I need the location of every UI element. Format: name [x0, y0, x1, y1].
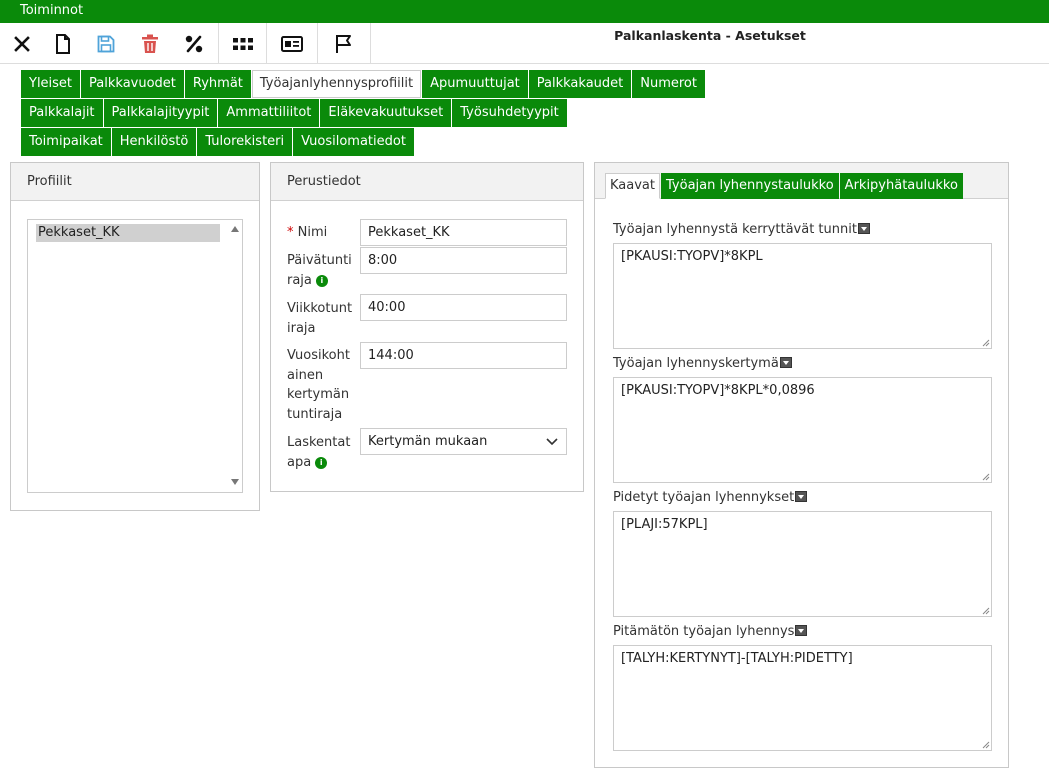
delete-button[interactable]: [136, 23, 164, 64]
tab-tulorekisteri[interactable]: Tulorekisteri: [197, 128, 293, 156]
resize-grip-icon[interactable]: [981, 606, 990, 615]
save-button[interactable]: [92, 23, 120, 64]
formulas-tabs: Kaavat Työajan lyhennystaulukko Arkipyhä…: [605, 173, 964, 199]
formula-label: Pitämätön työajan lyhennys: [613, 624, 808, 639]
apps-grid-icon: [232, 37, 253, 50]
settings-tabs-row-3: Toimipaikat Henkilöstö Tulorekisteri Vuo…: [21, 128, 415, 156]
apps-button[interactable]: [220, 23, 265, 64]
menu-toiminnot[interactable]: Toiminnot: [20, 3, 83, 18]
tab-ryhmat[interactable]: Ryhmät: [184, 70, 251, 98]
delete-icon: [142, 34, 158, 53]
formula-label: Pidetyt työajan lyhennykset: [613, 490, 808, 505]
save-icon: [97, 35, 115, 52]
formula-label: Työajan lyhennystä kerryttävät tunnit: [613, 222, 870, 237]
resize-grip-icon[interactable]: [981, 740, 990, 749]
toolbar-separator: [317, 23, 318, 64]
basic-info-header: Perustiedot: [271, 163, 583, 201]
tab-arkipyhataulukko[interactable]: Arkipyhätaulukko: [839, 173, 963, 199]
resize-grip-icon[interactable]: [981, 338, 990, 347]
formulas-panel: Kaavat Työajan lyhennystaulukko Arkipyhä…: [594, 162, 1009, 768]
list-item[interactable]: Pekkaset_KK: [36, 224, 220, 242]
settings-tabs-row-1: Yleiset Palkkavuodet Ryhmät Työajanlyhen…: [21, 70, 706, 98]
dropdown-arrow-icon[interactable]: [795, 625, 808, 636]
dropdown-arrow-icon[interactable]: [857, 223, 870, 234]
percent-button[interactable]: [180, 23, 208, 64]
toolbar-separator: [370, 23, 371, 64]
tab-palkkakaudet[interactable]: Palkkakaudet: [528, 70, 632, 98]
profiles-header: Profiilit: [11, 163, 259, 201]
id-card-button[interactable]: [268, 23, 316, 64]
formula-textarea[interactable]: [PLAJI:57KPL]: [613, 511, 992, 617]
toolbar: [0, 23, 1049, 64]
daily-limit-label: Päivätunti raja i: [287, 253, 352, 288]
scrollbar-arrows-icon: [231, 226, 239, 485]
formula-textarea[interactable]: [PKAUSI:TYOPV]*8KPL: [613, 243, 992, 349]
new-document-icon: [56, 33, 70, 54]
daily-limit-input[interactable]: 8:00: [360, 247, 567, 274]
toolbar-separator: [266, 23, 267, 64]
required-mark: *: [287, 225, 294, 240]
tab-ammattiliitot[interactable]: Ammattiliitot: [218, 99, 320, 127]
info-icon[interactable]: i: [315, 456, 328, 469]
tab-henkilosto[interactable]: Henkilöstö: [111, 128, 197, 156]
profiles-scrollbar[interactable]: [228, 220, 242, 492]
formula-textarea[interactable]: [TALYH:KERTYNYT]-[TALYH:PIDETTY]: [613, 645, 992, 751]
basic-info-panel: Perustiedot * Nimi Pekkaset_KK Päivätunt…: [270, 162, 584, 492]
tab-yleiset[interactable]: Yleiset: [21, 70, 81, 98]
tab-tyoajanlyhennysprofiilit[interactable]: Työajanlyhennysprofiilit: [251, 70, 422, 98]
menubar[interactable]: Toiminnot: [0, 0, 1049, 23]
close-button[interactable]: [8, 23, 36, 64]
tab-vuosilomatiedot[interactable]: Vuosilomatiedot: [293, 128, 414, 156]
new-document-button[interactable]: [50, 23, 76, 64]
formula-textarea[interactable]: [PKAUSI:TYOPV]*8KPL*0,0896: [613, 377, 992, 483]
resize-grip-icon[interactable]: [981, 472, 990, 481]
tab-palkkalajit[interactable]: Palkkalajit: [21, 99, 103, 127]
weekly-limit-label: Viikkotunt iraja: [287, 301, 353, 336]
tab-numerot[interactable]: Numerot: [632, 70, 705, 98]
weekly-limit-input[interactable]: 40:00: [360, 294, 567, 321]
chevron-down-icon: [546, 438, 558, 446]
settings-tabs-row-2: Palkkalajit Palkkalajityypit Ammattiliit…: [21, 99, 568, 127]
tab-apumuuttujat[interactable]: Apumuuttujat: [422, 70, 528, 98]
percent-icon: [185, 35, 203, 52]
formula-label: Työajan lyhennyskertymä: [613, 356, 792, 371]
calc-method-label: Laskentat apa i: [287, 435, 351, 470]
profiles-panel: Profiilit Pekkaset_KK: [10, 162, 260, 511]
tab-toimipaikat[interactable]: Toimipaikat: [21, 128, 111, 156]
tab-tyosuhdetyypit[interactable]: Työsuhdetyypit: [452, 99, 567, 127]
dropdown-arrow-icon[interactable]: [779, 357, 792, 368]
tab-palkkalajityypit[interactable]: Palkkalajityypit: [103, 99, 218, 127]
id-card-icon: [281, 35, 303, 52]
tab-elakevakuutukset[interactable]: Eläkevakuutukset: [320, 99, 452, 127]
close-icon: [14, 35, 30, 52]
calc-method-select[interactable]: Kertymän mukaan: [360, 428, 567, 455]
name-label: * Nimi: [287, 225, 328, 240]
tab-kaavat[interactable]: Kaavat: [605, 173, 660, 199]
tab-tyoajan-lyhennystaulukko[interactable]: Työajan lyhennystaulukko: [661, 173, 839, 199]
yearly-limit-label: Vuosikoht ainen kertymän tuntiraja: [287, 348, 350, 422]
flag-button[interactable]: [319, 23, 369, 64]
yearly-limit-input[interactable]: 144:00: [360, 342, 567, 369]
tab-palkkavuodet[interactable]: Palkkavuodet: [81, 70, 184, 98]
name-input[interactable]: Pekkaset_KK: [360, 219, 567, 246]
dropdown-arrow-icon[interactable]: [795, 491, 808, 502]
profiles-list[interactable]: Pekkaset_KK: [27, 219, 243, 493]
toolbar-separator: [218, 23, 219, 64]
flag-icon: [336, 34, 351, 53]
app-title: Palkanlaskenta - Asetukset: [614, 28, 806, 43]
calc-method-value: Kertymän mukaan: [368, 434, 488, 449]
info-icon[interactable]: i: [315, 274, 328, 287]
